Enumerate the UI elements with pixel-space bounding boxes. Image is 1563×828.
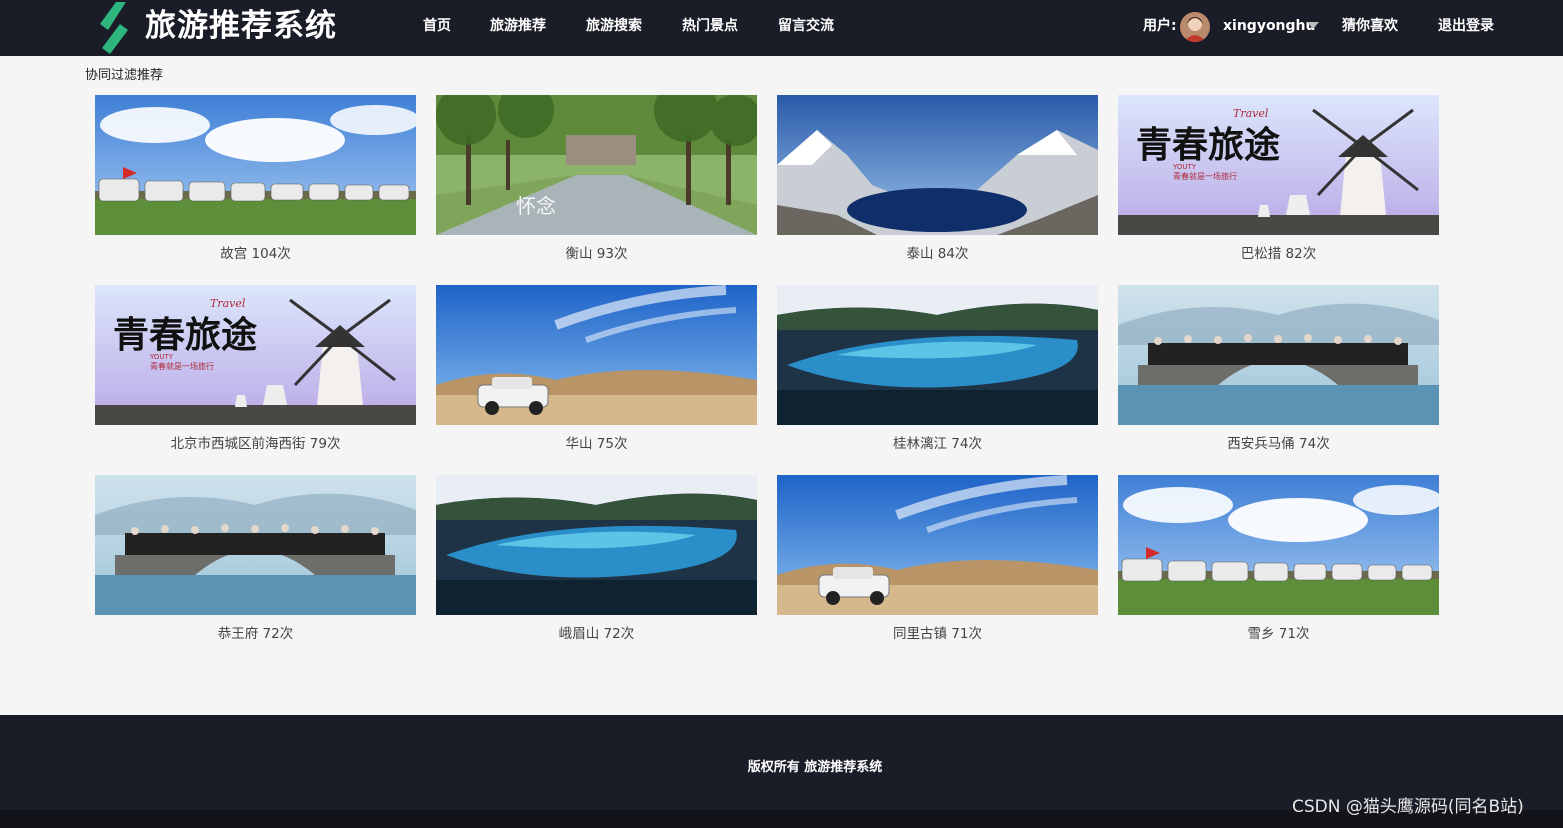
svg-text:YOUTY: YOUTY [149, 353, 174, 361]
attraction-card[interactable]: 泰山 84次 [777, 95, 1098, 270]
nav-messages[interactable]: 留言交流 [778, 16, 834, 36]
logout-link[interactable]: 退出登录 [1438, 16, 1494, 36]
attraction-caption[interactable]: 恭王府 72次 [95, 625, 416, 643]
nav-search[interactable]: 旅游搜索 [586, 16, 642, 36]
attraction-image[interactable] [436, 475, 757, 615]
attraction-card[interactable]: 故宫 104次 [95, 95, 416, 270]
avatar[interactable] [1180, 12, 1210, 42]
attraction-caption[interactable]: 衡山 93次 [436, 245, 757, 263]
svg-text:怀念: 怀念 [516, 194, 556, 218]
attraction-image[interactable] [95, 95, 416, 235]
attraction-image[interactable]: Travel 青春旅途 YOUTY 青春就是一场旅行 [95, 285, 416, 425]
attraction-card[interactable]: Travel 青春旅途 YOUTY 青春就是一场旅行北京市西城区前海西街 79次 [95, 285, 416, 460]
chevron-down-icon[interactable] [1307, 22, 1319, 29]
attraction-caption[interactable]: 泰山 84次 [777, 245, 1098, 263]
attraction-caption[interactable]: 桂林漓江 74次 [777, 435, 1098, 453]
attraction-card[interactable]: 西安兵马俑 74次 [1118, 285, 1439, 460]
attraction-caption[interactable]: 峨眉山 72次 [436, 625, 757, 643]
attraction-caption[interactable]: 故宫 104次 [95, 245, 416, 263]
svg-text:YOUTY: YOUTY [1172, 163, 1197, 171]
attraction-image[interactable]: Travel 青春旅途 YOUTY 青春就是一场旅行 [1118, 95, 1439, 235]
attraction-image[interactable]: 怀念 [436, 95, 757, 235]
logo-icon[interactable] [94, 0, 134, 56]
svg-text:青春就是一场旅行: 青春就是一场旅行 [150, 361, 214, 371]
attraction-card[interactable]: 华山 75次 [436, 285, 757, 460]
attraction-card[interactable]: 峨眉山 72次 [436, 475, 757, 650]
attraction-image[interactable] [777, 285, 1098, 425]
attraction-caption[interactable]: 华山 75次 [436, 435, 757, 453]
attraction-card[interactable]: 雪乡 71次 [1118, 475, 1439, 650]
attraction-card[interactable]: 同里古镇 71次 [777, 475, 1098, 650]
nav-hot-spots[interactable]: 热门景点 [682, 16, 738, 36]
attraction-image[interactable] [1118, 285, 1439, 425]
attraction-image[interactable] [777, 475, 1098, 615]
attraction-caption[interactable]: 西安兵马俑 74次 [1118, 435, 1439, 453]
attraction-card[interactable]: 桂林漓江 74次 [777, 285, 1098, 460]
avatar-image [1180, 12, 1210, 42]
top-navbar: 旅游推荐系统 首页 旅游推荐 旅游搜索 热门景点 留言交流 用户: xingyo… [0, 0, 1563, 56]
nav-recommend[interactable]: 旅游推荐 [490, 16, 546, 36]
attraction-caption[interactable]: 同里古镇 71次 [777, 625, 1098, 643]
svg-text:青春就是一场旅行: 青春就是一场旅行 [1173, 171, 1237, 181]
nav-home[interactable]: 首页 [423, 16, 451, 36]
attraction-image[interactable] [95, 475, 416, 615]
section-title: 协同过滤推荐 [85, 68, 164, 83]
copyright-text: 版权所有 旅游推荐系统 [747, 760, 883, 775]
attraction-card[interactable]: 怀念衡山 93次 [436, 95, 757, 270]
user-label: 用户: [1143, 18, 1177, 34]
username[interactable]: xingyonghu [1223, 16, 1315, 36]
watermark: CSDN @猫头鹰源码(同名B站) [1292, 797, 1524, 817]
attraction-caption[interactable]: 北京市西城区前海西街 79次 [95, 435, 416, 453]
svg-text:Travel: Travel [210, 297, 246, 310]
attraction-caption[interactable]: 巴松措 82次 [1118, 245, 1439, 263]
attraction-image[interactable] [436, 285, 757, 425]
svg-text:青春旅途: 青春旅途 [113, 314, 257, 356]
attraction-image[interactable] [1118, 475, 1439, 615]
attraction-card[interactable]: Travel 青春旅途 YOUTY 青春就是一场旅行巴松措 82次 [1118, 95, 1439, 270]
attraction-caption[interactable]: 雪乡 71次 [1118, 625, 1439, 643]
site-title[interactable]: 旅游推荐系统 [145, 6, 337, 46]
guess-you-like-link[interactable]: 猜你喜欢 [1342, 16, 1398, 36]
attraction-card[interactable]: 恭王府 72次 [95, 475, 416, 650]
svg-text:Travel: Travel [1233, 107, 1269, 120]
svg-text:青春旅途: 青春旅途 [1136, 124, 1280, 166]
attraction-image[interactable] [777, 95, 1098, 235]
